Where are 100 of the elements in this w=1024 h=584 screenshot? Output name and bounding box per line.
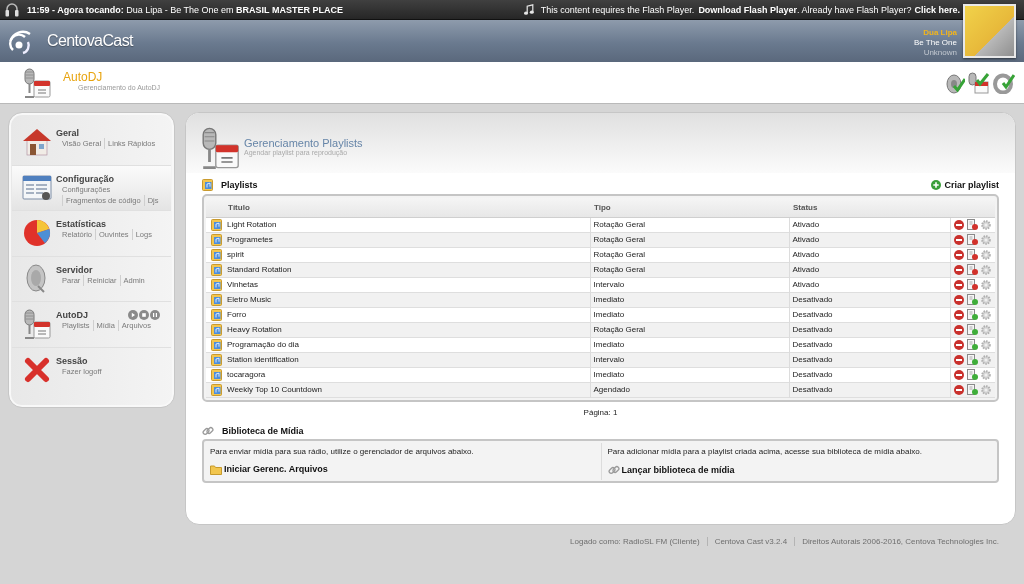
table-cell: Desativado	[789, 307, 950, 322]
footer-text: Direitos Autorais 2006-2016, Centova Technologies Inc.	[794, 537, 1006, 546]
album-art-placeholder	[963, 4, 1016, 58]
music-note-icon	[523, 4, 534, 15]
table-cell: Rotação Geral	[590, 262, 789, 277]
gear-icon[interactable]	[981, 219, 992, 230]
gear-icon[interactable]	[981, 384, 992, 395]
play-button-icon[interactable]	[128, 310, 138, 320]
document-status-icon[interactable]	[967, 249, 979, 260]
document-status-icon[interactable]	[967, 279, 979, 290]
now-playing-text: 11:59 - Agora tocando: Dua Lipa - Be The One em BRASIL MASTER PLACE	[27, 4, 343, 15]
document-status-icon[interactable]	[967, 264, 979, 275]
document-status-icon[interactable]	[967, 234, 979, 245]
table-cell: Rotação Geral	[590, 232, 789, 247]
gear-icon[interactable]	[981, 234, 992, 245]
media-link[interactable]: Iniciar Gerenc. Arquivos	[210, 463, 328, 475]
document-status-icon[interactable]	[967, 309, 979, 320]
chain-link-icon	[202, 424, 214, 437]
table-cell: Light Rotation	[224, 217, 590, 232]
delete-icon[interactable]	[954, 339, 965, 350]
sidebar-title: Configuração	[56, 173, 114, 184]
gear-icon[interactable]	[981, 249, 992, 260]
document-status-icon[interactable]	[967, 294, 979, 305]
column-header: Status	[793, 202, 818, 212]
sidebar-title: Geral	[56, 128, 79, 138]
table-cell: spirit	[224, 247, 590, 262]
table-cell: Programação do dia	[224, 337, 590, 352]
delete-icon[interactable]	[954, 219, 965, 230]
table-cell: Standard Rotation	[224, 262, 590, 277]
media-link[interactable]: Lançar biblioteca de mídia	[607, 463, 735, 476]
flash-link[interactable]: Click here.	[914, 4, 960, 15]
table-cell: Heavy Rotation	[224, 322, 590, 337]
document-status-icon[interactable]	[967, 324, 979, 335]
table-cell: Imediato	[590, 292, 789, 307]
delete-icon[interactable]	[954, 264, 965, 275]
stop-button-icon[interactable]	[139, 310, 149, 320]
gear-icon[interactable]	[981, 309, 992, 320]
gear-icon[interactable]	[981, 279, 992, 290]
track-title: Be The One	[914, 38, 957, 48]
table-cell: Ativado	[789, 217, 950, 232]
delete-icon[interactable]	[954, 234, 965, 245]
table-cell: Ativado	[789, 277, 950, 292]
sidebar-title: Estatísticas	[56, 219, 107, 229]
column-header: Título	[228, 202, 250, 212]
document-status-icon[interactable]	[967, 369, 979, 380]
delete-icon[interactable]	[954, 294, 965, 305]
table-cell: Desativado	[789, 352, 950, 367]
table-cell: Station identification	[224, 352, 590, 367]
table-cell: Desativado	[789, 337, 950, 352]
media-hint-text: Para adicionar mídia para a playlist criada acima, acesse sua biblioteca de mídia abaixo.	[607, 446, 923, 456]
delete-icon[interactable]	[954, 279, 965, 290]
delete-icon[interactable]	[954, 309, 965, 320]
gear-icon[interactable]	[981, 339, 992, 350]
flash-link[interactable]: Download Flash Player	[698, 4, 797, 15]
gear-icon[interactable]	[981, 294, 992, 305]
delete-icon[interactable]	[954, 324, 965, 335]
table-cell: Vinhetas	[224, 277, 590, 292]
footer-text: Centova Cast v3.2.4	[706, 537, 795, 546]
table-cell: Ativado	[789, 262, 950, 277]
gear-icon[interactable]	[981, 354, 992, 365]
microphone-calendar-check-icon[interactable]	[968, 71, 990, 94]
disc-check-icon[interactable]	[945, 71, 965, 94]
microphone-calendar-icon	[22, 309, 52, 339]
delete-icon[interactable]	[954, 249, 965, 260]
sidebar-title: Sessão	[56, 355, 88, 366]
sidebar-title: Servidor	[56, 264, 93, 275]
pause-button-icon[interactable]	[150, 310, 160, 320]
chain-link-icon	[607, 463, 620, 476]
playlist-folder-icon	[202, 179, 213, 191]
ring-check-icon[interactable]	[993, 71, 1015, 94]
gear-icon[interactable]	[981, 369, 992, 380]
gear-icon[interactable]	[981, 324, 992, 335]
pie-chart-icon	[22, 218, 52, 248]
table-cell: Imediato	[590, 337, 789, 352]
table-cell: Rotação Geral	[590, 217, 789, 232]
create-playlist-button[interactable]: Criar playlist	[931, 180, 999, 190]
document-status-icon[interactable]	[967, 354, 979, 365]
logo-text: CentovaCast	[47, 32, 133, 50]
delete-icon[interactable]	[954, 354, 965, 365]
flash-notice: This content requires the Flash Player. Download Flash Player. Already have Flash Player? Click here.	[540, 4, 960, 15]
delete-icon[interactable]	[954, 369, 965, 380]
plus-icon	[931, 180, 942, 190]
table-cell: Desativado	[789, 382, 950, 397]
table-cell: Imediato	[590, 367, 789, 382]
document-status-icon[interactable]	[967, 219, 979, 230]
delete-icon[interactable]	[954, 384, 965, 395]
table-cell: Ativado	[789, 247, 950, 262]
document-status-icon[interactable]	[967, 384, 979, 395]
table-cell: Weekly Top 10 Countdown	[224, 382, 590, 397]
table-cell: Rotação Geral	[590, 247, 789, 262]
section-heading: Playlists	[221, 180, 258, 190]
sidebar-title: AutoDJ	[56, 310, 88, 320]
column-header: Tipo	[594, 202, 611, 212]
page-title: AutoDJ	[63, 70, 104, 84]
table-cell: Forro	[224, 307, 590, 322]
panel-title: Gerenciamento Playlists	[244, 137, 363, 149]
table-cell: Programetes	[224, 232, 590, 247]
document-status-icon[interactable]	[967, 339, 979, 350]
table-cell: Imediato	[590, 307, 789, 322]
gear-icon[interactable]	[981, 264, 992, 275]
